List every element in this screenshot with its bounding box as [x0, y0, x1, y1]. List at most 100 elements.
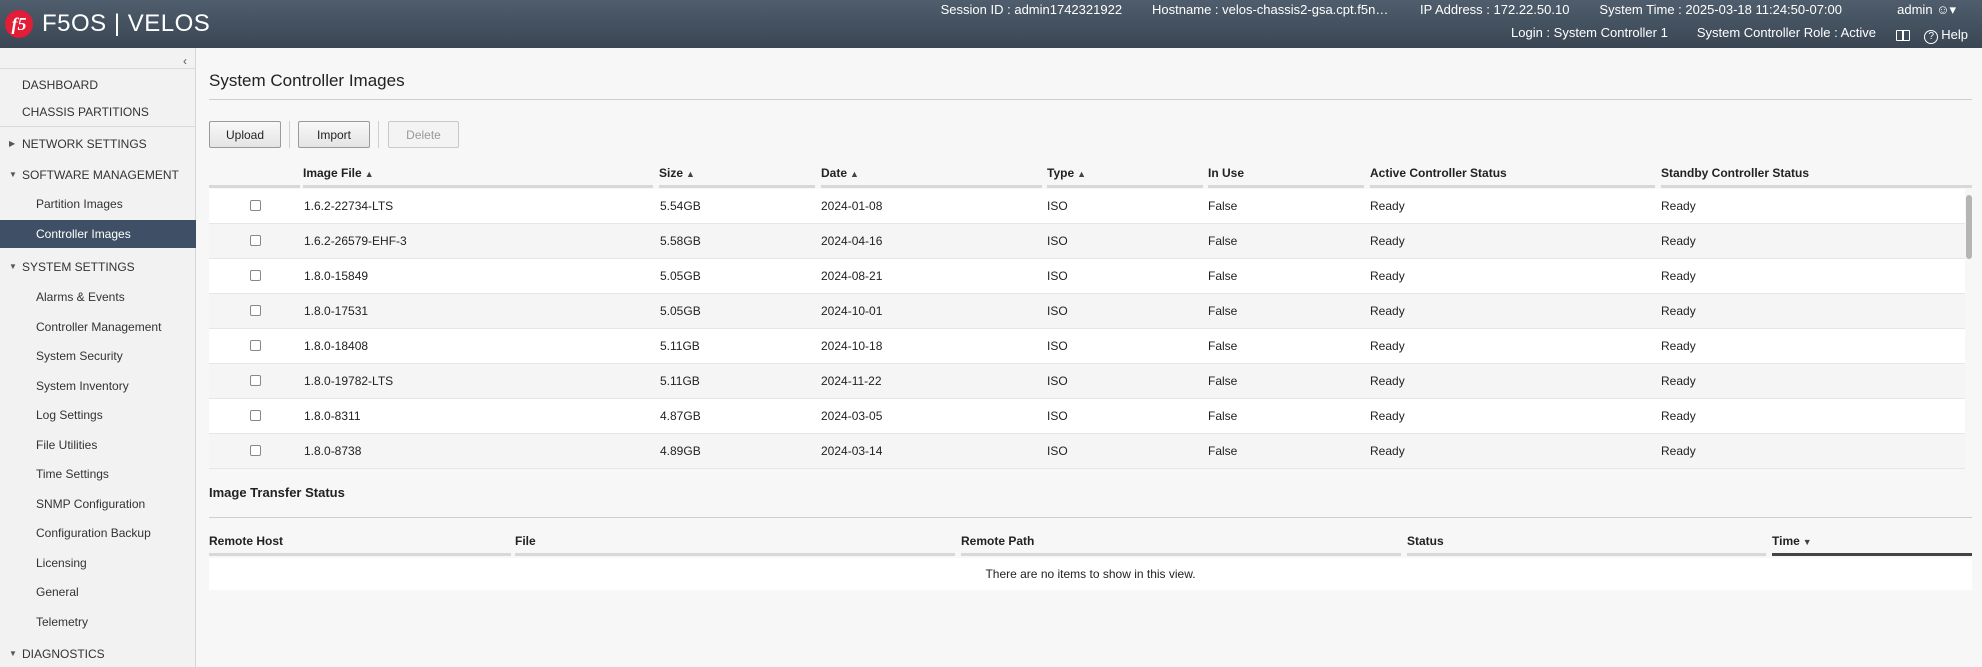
cell-size: 5.58GB	[660, 234, 701, 248]
help-icon: ?	[1924, 30, 1939, 44]
cell-date: 2024-08-21	[821, 269, 883, 283]
sidebar-item-system-security[interactable]: System Security	[0, 343, 196, 369]
column-underline	[821, 185, 1042, 188]
cell-type: ISO	[1047, 409, 1068, 423]
toolbar-divider	[289, 121, 290, 148]
import-button[interactable]: Import	[298, 121, 370, 148]
row-checkbox[interactable]	[250, 305, 261, 316]
caret-down-icon: ▼	[9, 170, 17, 179]
cell-image-file: 1.8.0-15849	[304, 269, 369, 283]
column-label: Type	[1047, 166, 1075, 180]
documentation-icon[interactable]	[1896, 30, 1911, 41]
scrollbar-thumb[interactable]	[1966, 195, 1972, 259]
row-checkbox[interactable]	[250, 200, 261, 211]
system-time: System Time : 2025-03-18 11:24:50-07:00	[1599, 2, 1842, 17]
sidebar-item-log-settings[interactable]: Log Settings	[0, 402, 196, 428]
row-checkbox[interactable]	[250, 270, 261, 281]
cell-in-use: False	[1208, 444, 1238, 458]
row-checkbox[interactable]	[250, 375, 261, 386]
column-underline	[1208, 185, 1364, 188]
table-row[interactable]: 1.8.0-19782-LTS 5.11GB 2024-11-22 ISO Fa…	[209, 364, 1965, 399]
sidebar-item-general[interactable]: General	[0, 579, 196, 605]
cell-image-file: 1.8.0-18408	[304, 339, 369, 353]
column-label: Image File	[303, 166, 362, 180]
cell-size: 4.89GB	[660, 444, 701, 458]
sidebar-section-network-settings[interactable]: ▶ NETWORK SETTINGS	[0, 131, 196, 157]
upload-button[interactable]: Upload	[209, 121, 281, 148]
cell-date: 2024-03-14	[821, 444, 883, 458]
table-row[interactable]: 1.8.0-18408 5.11GB 2024-10-18 ISO False …	[209, 329, 1965, 364]
column-underline	[1407, 553, 1766, 556]
sidebar-section-system-settings[interactable]: ▼ SYSTEM SETTINGS	[0, 254, 196, 280]
controller-role: System Controller Role : Active	[1696, 25, 1876, 40]
sidebar-section-label: DIAGNOSTICS	[22, 647, 105, 661]
cell-size: 5.05GB	[660, 269, 701, 283]
row-checkbox[interactable]	[250, 235, 261, 246]
cell-active-status: Ready	[1370, 444, 1405, 458]
cell-date: 2024-03-05	[821, 409, 883, 423]
table-row[interactable]: 1.6.2-26579-EHF-3 5.58GB 2024-04-16 ISO …	[209, 224, 1965, 259]
sidebar-item-licensing[interactable]: Licensing	[0, 550, 196, 576]
table-row[interactable]: 1.8.0-8738 4.89GB 2024-03-14 ISO False R…	[209, 434, 1965, 469]
column-underline	[1370, 185, 1655, 188]
cell-image-file: 1.6.2-26579-EHF-3	[304, 234, 407, 248]
cell-active-status: Ready	[1370, 409, 1405, 423]
row-checkbox[interactable]	[250, 410, 261, 421]
sidebar-section-diagnostics[interactable]: ▼ DIAGNOSTICS	[0, 641, 196, 667]
column-underline	[303, 185, 653, 188]
cell-image-file: 1.8.0-17531	[304, 304, 369, 318]
table-scrollbar[interactable]	[1966, 189, 1972, 469]
ip-address: IP Address : 172.22.50.10	[1420, 2, 1570, 17]
sidebar-section-label: NETWORK SETTINGS	[22, 137, 147, 151]
cell-date: 2024-01-08	[821, 199, 883, 213]
help-link[interactable]: ? Help	[1924, 27, 1968, 44]
transfer-table-header: Remote Host File Remote Path Status Time…	[209, 532, 1972, 556]
cell-active-status: Ready	[1370, 339, 1405, 353]
hostname: Hostname : velos-chassis2-gsa.cpt.f5net.…	[1152, 2, 1391, 17]
images-table-header: Image File ▲︎ Size ▲︎ Date ▲︎ Type ▲︎ In Use…	[209, 164, 1972, 188]
column-label: Time	[1772, 534, 1800, 548]
sidebar-item-chassis-partitions[interactable]: CHASSIS PARTITIONS	[0, 99, 196, 125]
column-underline	[961, 553, 1401, 556]
cell-size: 5.11GB	[660, 374, 700, 388]
header-icons: ? Help	[1896, 27, 1968, 44]
row-checkbox[interactable]	[250, 340, 261, 351]
cell-date: 2024-10-18	[821, 339, 883, 353]
sidebar-item-controller-images[interactable]: Controller Images	[0, 220, 196, 248]
collapse-sidebar-icon[interactable]: ‹	[183, 54, 187, 68]
sidebar-item-configuration-backup[interactable]: Configuration Backup	[0, 520, 196, 546]
row-checkbox[interactable]	[250, 445, 261, 456]
login-info: Login : System Controller 1	[1511, 25, 1668, 40]
cell-active-status: Ready	[1370, 304, 1405, 318]
sidebar-item-file-utilities[interactable]: File Utilities	[0, 432, 196, 458]
table-row[interactable]: 1.8.0-15849 5.05GB 2024-08-21 ISO False …	[209, 259, 1965, 294]
sidebar-item-controller-management[interactable]: Controller Management	[0, 314, 196, 340]
sidebar-item-telemetry[interactable]: Telemetry	[0, 609, 196, 635]
nav-divider	[0, 126, 196, 127]
delete-button[interactable]: Delete	[388, 121, 459, 148]
user-icon: ☺▾	[1936, 2, 1956, 17]
images-table-body[interactable]: 1.6.2-22734-LTS 5.54GB 2024-01-08 ISO Fa…	[209, 189, 1972, 469]
sidebar-item-partition-images[interactable]: Partition Images	[0, 191, 196, 217]
sidebar-item-dashboard[interactable]: DASHBOARD	[0, 72, 196, 98]
cell-type: ISO	[1047, 269, 1068, 283]
sidebar-item-time-settings[interactable]: Time Settings	[0, 461, 196, 487]
table-row[interactable]: 1.8.0-8311 4.87GB 2024-03-05 ISO False R…	[209, 399, 1965, 434]
cell-image-file: 1.8.0-8738	[304, 444, 362, 458]
sidebar-item-system-inventory[interactable]: System Inventory	[0, 373, 196, 399]
cell-standby-status: Ready	[1661, 444, 1696, 458]
cell-type: ISO	[1047, 304, 1068, 318]
column-underline	[515, 553, 955, 556]
column-underline	[1772, 553, 1972, 556]
user-menu[interactable]: admin ☺▾	[1897, 2, 1956, 18]
table-row[interactable]: 1.8.0-17531 5.05GB 2024-10-01 ISO False …	[209, 294, 1965, 329]
sidebar-section-software-management[interactable]: ▼ SOFTWARE MANAGEMENT	[0, 162, 196, 188]
table-row[interactable]: 1.6.2-22734-LTS 5.54GB 2024-01-08 ISO Fa…	[209, 189, 1965, 224]
sidebar-item-alarms-events[interactable]: Alarms & Events	[0, 284, 196, 310]
empty-table-message: There are no items to show in this view.	[209, 558, 1972, 590]
cell-image-file: 1.8.0-8311	[304, 409, 361, 423]
help-label: Help	[1941, 27, 1968, 42]
sidebar-item-snmp-configuration[interactable]: SNMP Configuration	[0, 491, 196, 517]
cell-size: 5.11GB	[660, 339, 700, 353]
title-divider	[209, 99, 1972, 100]
